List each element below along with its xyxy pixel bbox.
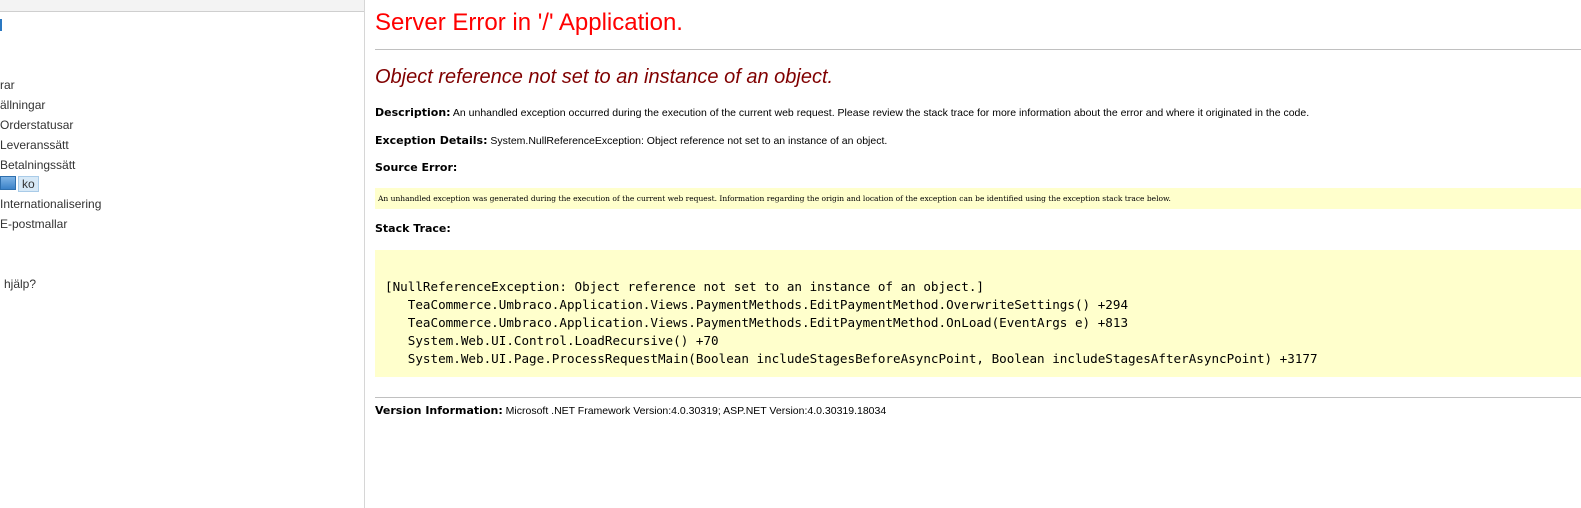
tree-item-rar[interactable]: rar	[0, 77, 15, 93]
exception-text: System.NullReferenceException: Object re…	[487, 135, 888, 147]
error-message: Object reference not set to an instance …	[375, 66, 834, 88]
tree-item-label: Betalningssätt	[0, 158, 76, 172]
sidebar-tree: rar ällningar Orderstatusar Leveranssätt…	[0, 0, 365, 508]
exception-label: Exception Details:	[375, 134, 488, 147]
stack-trace-line: [NullReferenceException: Object referenc…	[385, 279, 984, 294]
tree-item-label: Internationalisering	[0, 197, 102, 211]
help-link[interactable]: hjälp?	[4, 276, 36, 292]
description-label: Description:	[375, 106, 451, 119]
exception-details-line: Exception Details: System.NullReferenceE…	[375, 134, 887, 147]
description-line: Description: An unhandled exception occu…	[375, 106, 1309, 119]
tree-item-installningar[interactable]: ällningar	[0, 97, 45, 113]
tree-item-internationalisering[interactable]: Internationalisering	[0, 196, 101, 212]
tree-item-label: Orderstatusar	[0, 118, 74, 132]
tree-item-betalningssatt[interactable]: Betalningssätt	[0, 157, 75, 173]
payment-method-icon	[0, 176, 16, 190]
tree-item-label: Leveranssätt	[0, 138, 69, 152]
version-information-line: Version Information: Microsoft .NET Fram…	[375, 404, 886, 417]
tree-item-orderstatusar[interactable]: Orderstatusar	[0, 117, 73, 133]
source-error-text: An unhandled exception was generated dur…	[378, 194, 1171, 203]
divider	[375, 397, 1581, 398]
tree-root-marker	[0, 19, 2, 31]
tree-item-e-postmallar[interactable]: E-postmallar	[0, 216, 67, 232]
tree-item-label: ällningar	[0, 98, 46, 112]
sidebar-toolbar	[0, 0, 364, 12]
tree-item-ko[interactable]: ko	[0, 176, 39, 192]
stack-trace-line: TeaCommerce.Umbraco.Application.Views.Pa…	[385, 297, 1129, 312]
description-text: An unhandled exception occurred during t…	[450, 107, 1310, 119]
tree-item-label: ko	[18, 176, 39, 192]
version-text: Microsoft .NET Framework Version:4.0.303…	[502, 405, 887, 417]
tree-item-label: rar	[0, 78, 15, 92]
page-title: Server Error in '/' Application.	[375, 9, 683, 36]
stack-trace-line: TeaCommerce.Umbraco.Application.Views.Pa…	[385, 315, 1129, 330]
stack-trace-line: System.Web.UI.Control.LoadRecursive() +7…	[385, 333, 719, 348]
divider	[375, 49, 1581, 50]
stack-trace-line: System.Web.UI.Page.ProcessRequestMain(Bo…	[385, 351, 1318, 366]
source-error-heading: Source Error:	[375, 161, 458, 174]
tree-item-label: E-postmallar	[0, 217, 68, 231]
source-error-box: An unhandled exception was generated dur…	[375, 188, 1581, 209]
tree-item-leveranssatt[interactable]: Leveranssätt	[0, 137, 69, 153]
version-label: Version Information:	[375, 404, 503, 417]
stack-trace-box: [NullReferenceException: Object referenc…	[375, 250, 1581, 377]
stack-trace-heading: Stack Trace:	[375, 222, 451, 235]
help-link-label: hjälp?	[4, 277, 37, 291]
error-page: Server Error in '/' Application. Object …	[375, 0, 1581, 508]
